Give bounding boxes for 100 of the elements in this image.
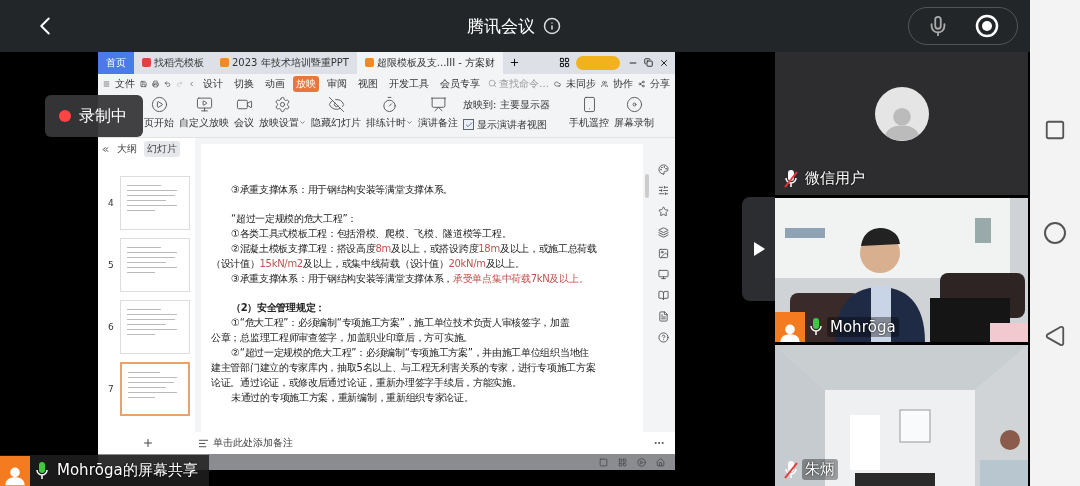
participant-name: 朱炳 [802, 459, 838, 480]
users-icon [600, 78, 608, 89]
menu-tab[interactable]: 设计 [200, 75, 227, 92]
menu-tab[interactable]: 会员专享 [437, 75, 484, 92]
ribbon-button[interactable]: 放映设置 [259, 95, 306, 130]
ribbon-button[interactable]: 页开始 [144, 95, 174, 130]
ribbon-button[interactable]: 自定义放映 [179, 95, 229, 130]
ribbon-button[interactable]: 演讲备注 [418, 95, 458, 130]
collapse-icon[interactable] [101, 144, 110, 154]
expand-button[interactable] [742, 197, 775, 301]
share-link[interactable]: 分享 [649, 76, 670, 91]
layers-icon[interactable] [657, 227, 669, 239]
home-icon[interactable] [1043, 221, 1067, 245]
ribbon-button[interactable]: 会议 [234, 95, 254, 130]
slide-text: 论证。通过论证，或修改后通过论证，重新办理签字手续后，方能实施。 [211, 376, 523, 391]
caret-icon [406, 118, 413, 126]
save-icon[interactable] [140, 78, 148, 89]
slide-text: （设计值）15kN/m2及以上，或集中线荷载（设计值）20kN/m及以上。 [211, 257, 526, 272]
slide-text: ②混凝土模板支撑工程：搭设高度8m及以上，或搭设跨度18m及以上，或施工总荷载 [230, 242, 598, 257]
star-icon[interactable] [657, 206, 669, 218]
back-icon[interactable] [1044, 325, 1066, 347]
grid-icon[interactable] [559, 57, 570, 69]
disc-icon [625, 95, 643, 113]
document-tab[interactable]: 2023 年技术培训暨重PPT [212, 52, 357, 74]
play-icon [150, 95, 168, 113]
notes-placeholder[interactable]: 单击此处添加备注 [213, 436, 293, 451]
record-button[interactable] [975, 14, 999, 38]
file-menu[interactable]: 文件 [115, 76, 136, 91]
checkbox[interactable] [463, 119, 474, 131]
slide-text: （2）安全管理规定： [230, 301, 326, 316]
easel-icon [429, 95, 447, 113]
share-icon [637, 78, 645, 89]
timer-icon [381, 95, 398, 113]
document-tab[interactable]: 找稻壳模板 [134, 52, 212, 74]
monitor-icon[interactable] [657, 269, 669, 281]
field-label: 放映到: [463, 97, 497, 112]
participant-name: Mohrōga [827, 317, 899, 337]
slide-number: 5 [108, 260, 114, 271]
slide-text: 未通过的专项施工方案，重新编制，重新组织专家论证。 [230, 391, 475, 406]
slide-text: ②“超过一定规模的危大工程”：必须编制“专项施工方案”，并由施工单位组织当地住 [230, 346, 590, 361]
slide-number: 6 [108, 322, 114, 333]
slide-number: 7 [108, 384, 114, 395]
panel-tab[interactable]: 大纲 [114, 141, 140, 158]
display-dropdown[interactable]: 主要显示器 [500, 97, 565, 112]
notes-icon [198, 437, 209, 449]
palette-icon[interactable] [657, 164, 669, 176]
close-icon[interactable] [659, 57, 669, 68]
print-icon[interactable] [152, 78, 160, 89]
monitor-icon [195, 95, 213, 113]
add-slide-icon[interactable] [142, 437, 154, 450]
collaborate-link[interactable]: 协作 [612, 76, 633, 91]
play-icon[interactable] [637, 457, 646, 467]
menu-tab[interactable]: 视图 [355, 75, 382, 92]
slide-thumbnail[interactable] [120, 300, 190, 355]
slide-thumbnail[interactable] [120, 362, 190, 417]
slide-text: 建主管部门建立的专家库内，抽取5名以上、与工程无利害关系的专家，进行专项施工方案 [211, 361, 597, 376]
slide-thumbnail[interactable] [120, 176, 190, 231]
menu-tab[interactable]: 审阅 [324, 75, 351, 92]
slide-text: ①“危大工程”：必须编制“专项施工方案”，施工单位技术负责人审核签字，加盖 [230, 316, 571, 331]
ribbon-button[interactable]: 屏幕录制 [614, 95, 655, 130]
caption-text: Mohrōga的屏幕共享 [56, 460, 199, 481]
caret-icon [299, 118, 306, 126]
window-title: 腾讯会议 [467, 14, 535, 38]
menu-tab[interactable]: 开发工具 [386, 75, 433, 92]
grid-view-icon[interactable] [618, 457, 627, 467]
menu-tab[interactable]: 动画 [262, 75, 289, 92]
participant-name: 微信用户 [804, 168, 866, 189]
undo-icon[interactable] [164, 78, 172, 89]
new-tab-icon[interactable] [509, 57, 521, 69]
image-icon[interactable] [657, 248, 669, 260]
info-icon[interactable] [543, 17, 561, 35]
slide-text: ③承重支撑体系：用于钢结构安装等满堂支撑体系。 [230, 183, 455, 198]
ribbon-button[interactable]: 隐藏幻灯片 [311, 95, 361, 130]
document-icon[interactable] [657, 311, 669, 323]
book-icon[interactable] [657, 290, 669, 302]
sync-status[interactable]: 未同步 [565, 76, 596, 91]
play-icon [751, 241, 766, 257]
restore-icon[interactable] [644, 58, 653, 68]
slide-text: 公章；总监理工程师审查签字，加盖职业印章后，方可实施。 [211, 331, 474, 346]
slide-text: ③承重支撑体系：用于钢结构安装等满堂支撑体系，承受单点集中荷载7kN及以上。 [230, 272, 590, 287]
slide-number: 4 [108, 198, 114, 209]
cloud-icon [553, 78, 561, 89]
checkbox-label: 显示演讲者视图 [477, 117, 547, 132]
sliders-icon[interactable] [657, 185, 669, 197]
menu-tab[interactable]: 切换 [231, 75, 258, 92]
help-icon[interactable] [657, 332, 669, 344]
panel-tab[interactable]: 幻灯片 [144, 141, 180, 158]
scrollbar-thumb[interactable] [645, 174, 649, 199]
document-tab[interactable]: 首页 [98, 52, 134, 74]
slide-text: ①各类工具式模板工程：包括滑模、爬模、飞模、隧道模等工程。 [230, 227, 513, 242]
record-icon [975, 14, 999, 38]
eye-off-icon [327, 95, 345, 113]
check-icon [464, 120, 473, 129]
ribbon-button[interactable]: 手机遥控 [569, 95, 610, 130]
recents-icon[interactable] [1044, 119, 1066, 141]
recording-badge: 录制中 [45, 95, 143, 137]
ribbon-button[interactable]: 排练计时 [366, 95, 413, 130]
slide-thumbnail[interactable] [120, 238, 190, 293]
document-tab[interactable]: 超限模板及支...III - 方案财 [356, 52, 504, 74]
gear-icon [274, 95, 291, 113]
